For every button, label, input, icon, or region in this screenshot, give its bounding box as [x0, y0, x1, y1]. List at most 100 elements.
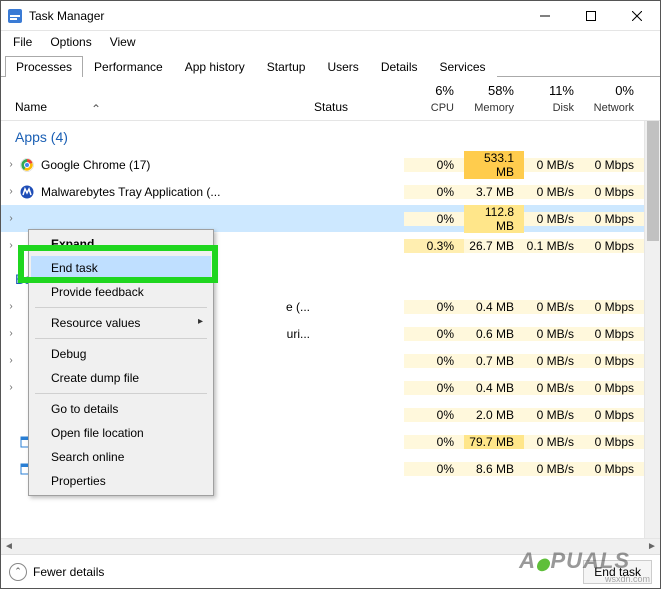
column-header-row: ⌃ Name Status 6% CPU 58% Memory 11% Disk… [1, 77, 660, 121]
disk-cell: 0 MB/s [524, 212, 584, 226]
ctx-properties[interactable]: Properties [31, 469, 211, 493]
col-header-memory[interactable]: 58% Memory [464, 83, 524, 120]
menu-view[interactable]: View [102, 33, 144, 51]
tab-performance[interactable]: Performance [83, 56, 174, 77]
network-cell: 0 Mbps [584, 381, 644, 395]
window-title: Task Manager [29, 9, 522, 23]
expand-chevron-icon[interactable]: › [1, 186, 15, 197]
col-header-cpu[interactable]: 6% CPU [404, 83, 464, 120]
col-header-disk[interactable]: 11% Disk [524, 83, 584, 120]
chevron-up-icon: ⌃ [9, 563, 27, 581]
process-name: Malwarebytes Tray Application (... [41, 185, 314, 199]
title-bar[interactable]: Task Manager [1, 1, 660, 31]
cpu-cell: 0% [404, 185, 464, 199]
network-cell: 0 Mbps [584, 239, 644, 253]
memory-cell: 533.1 MB [464, 151, 524, 179]
close-button[interactable] [614, 1, 660, 31]
network-cell: 0 Mbps [584, 354, 644, 368]
sort-chevron-icon: ⌃ [91, 102, 101, 116]
memory-cell: 0.6 MB [464, 327, 524, 341]
cpu-cell: 0% [404, 381, 464, 395]
fewer-details-label: Fewer details [33, 565, 104, 579]
disk-cell: 0 MB/s [524, 300, 584, 314]
scroll-right-icon[interactable]: ► [644, 541, 660, 552]
network-cell: 0 Mbps [584, 212, 644, 226]
memory-label: Memory [474, 102, 514, 114]
expand-chevron-icon[interactable]: › [1, 159, 15, 170]
cpu-cell: 0% [404, 408, 464, 422]
tab-processes[interactable]: Processes [5, 56, 83, 77]
process-row-chrome[interactable]: › Google Chrome (17) 0% 533.1 MB 0 MB/s … [1, 151, 660, 178]
ctx-open-file-location[interactable]: Open file location [31, 421, 211, 445]
chrome-icon [19, 157, 35, 173]
task-manager-window: Task Manager File Options View Processes… [0, 0, 661, 589]
process-row-selected[interactable]: › 0% 112.8 MB 0 MB/s 0 Mbps [1, 205, 660, 232]
cpu-cell: 0% [404, 300, 464, 314]
scrollbar-thumb[interactable] [647, 121, 659, 241]
memory-cell: 0.4 MB [464, 300, 524, 314]
expand-chevron-icon[interactable]: › [1, 240, 15, 251]
maximize-button[interactable] [568, 1, 614, 31]
app-icon [7, 8, 23, 24]
disk-cell: 0 MB/s [524, 462, 584, 476]
malwarebytes-icon [19, 184, 35, 200]
minimize-button[interactable] [522, 1, 568, 31]
network-cell: 0 Mbps [584, 185, 644, 199]
memory-cell: 112.8 MB [464, 205, 524, 233]
network-cell: 0 Mbps [584, 300, 644, 314]
watermark-logo-icon: ⬤ [536, 557, 550, 571]
tab-details[interactable]: Details [370, 56, 429, 77]
fewer-details-toggle[interactable]: ⌃ Fewer details [9, 563, 104, 581]
disk-percent: 11% [524, 83, 574, 98]
ctx-resource-values[interactable]: Resource values [31, 311, 211, 335]
disk-cell: 0.1 MB/s [524, 239, 584, 253]
ctx-go-to-details[interactable]: Go to details [31, 397, 211, 421]
memory-cell: 0.7 MB [464, 354, 524, 368]
cpu-label: CPU [431, 102, 454, 114]
watermark-brand: A⬤PUALS [519, 548, 630, 574]
tab-services[interactable]: Services [429, 56, 497, 77]
tab-users[interactable]: Users [316, 56, 369, 77]
app-icon [19, 211, 35, 227]
tab-startup[interactable]: Startup [256, 56, 317, 77]
disk-cell: 0 MB/s [524, 354, 584, 368]
col-header-name[interactable]: ⌃ Name [1, 100, 314, 120]
expand-chevron-icon[interactable]: › [1, 382, 15, 393]
group-apps[interactable]: Apps (4) [1, 121, 660, 151]
expand-chevron-icon[interactable]: › [1, 213, 15, 224]
tab-app-history[interactable]: App history [174, 56, 256, 77]
network-cell: 0 Mbps [584, 158, 644, 172]
ctx-debug[interactable]: Debug [31, 342, 211, 366]
col-header-network[interactable]: 0% Network [584, 83, 644, 120]
ctx-separator [35, 307, 207, 308]
expand-chevron-icon[interactable]: › [1, 301, 15, 312]
memory-cell: 26.7 MB [464, 239, 524, 253]
ctx-create-dump-file[interactable]: Create dump file [31, 366, 211, 390]
memory-cell: 2.0 MB [464, 408, 524, 422]
vertical-scrollbar[interactable] [644, 121, 660, 588]
disk-cell: 0 MB/s [524, 381, 584, 395]
menu-options[interactable]: Options [42, 33, 99, 51]
col-header-status[interactable]: Status [314, 100, 404, 120]
cpu-cell: 0% [404, 462, 464, 476]
tab-strip: Processes Performance App history Startu… [1, 53, 660, 77]
ctx-separator [35, 393, 207, 394]
network-cell: 0 Mbps [584, 435, 644, 449]
expand-chevron-icon[interactable]: › [1, 328, 15, 339]
disk-cell: 0 MB/s [524, 327, 584, 341]
window-controls [522, 1, 660, 31]
cpu-cell: 0.3% [404, 239, 464, 253]
scroll-left-icon[interactable]: ◄ [1, 541, 17, 552]
expand-chevron-icon[interactable]: › [1, 355, 15, 366]
network-percent: 0% [584, 83, 634, 98]
ctx-search-online[interactable]: Search online [31, 445, 211, 469]
memory-cell: 3.7 MB [464, 185, 524, 199]
memory-cell: 79.7 MB [464, 435, 524, 449]
ctx-expand[interactable]: Expand [31, 232, 211, 256]
cpu-cell: 0% [404, 158, 464, 172]
menu-file[interactable]: File [5, 33, 40, 51]
ctx-provide-feedback[interactable]: Provide feedback [31, 280, 211, 304]
process-row-malwarebytes[interactable]: › Malwarebytes Tray Application (... 0% … [1, 178, 660, 205]
ctx-end-task[interactable]: End task [31, 256, 211, 280]
process-name: Google Chrome (17) [41, 158, 314, 172]
